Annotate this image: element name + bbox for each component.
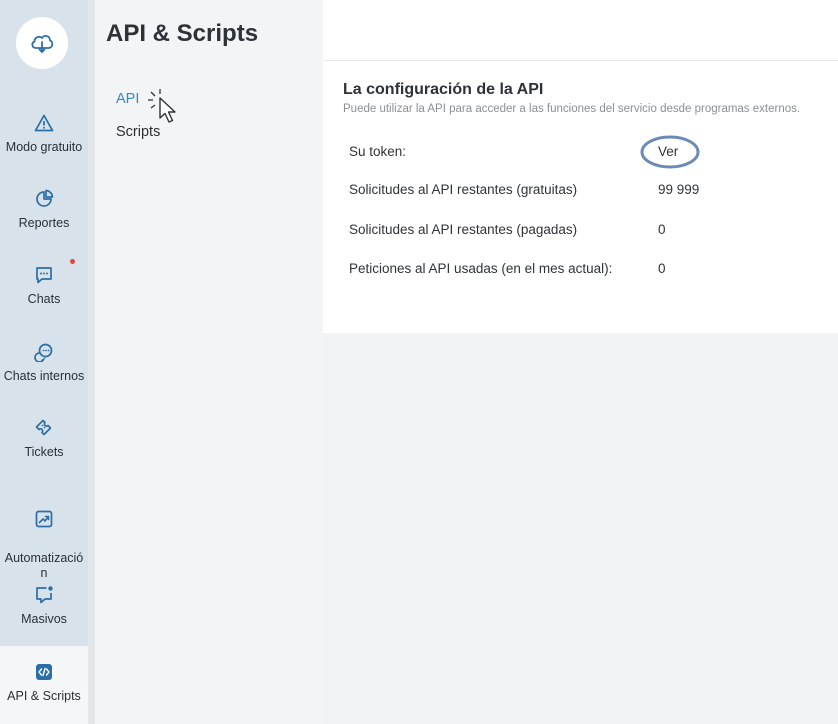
- click-cursor-icon: [148, 89, 176, 123]
- free-requests-value: 99 999: [658, 182, 700, 197]
- api-config-card: [323, 61, 838, 333]
- card-title: La configuración de la API: [343, 81, 544, 98]
- ticket-icon: [35, 419, 52, 436]
- rail-item-label: Reportes: [18, 216, 70, 230]
- cloud-icon: [31, 35, 54, 54]
- chat-bubbles-icon: [34, 343, 53, 362]
- rail-item-internal-chats[interactable]: Chats internos: [0, 342, 88, 384]
- warning-icon: [34, 114, 54, 132]
- chat-icon: [36, 267, 52, 284]
- rail-item-api-scripts[interactable]: API & Scripts: [0, 646, 88, 724]
- top-bar: [323, 0, 838, 61]
- used-requests-label: Peticiones al API usadas (en el mes actu…: [349, 261, 613, 276]
- rail-item-label: Modo gratuito: [5, 140, 83, 154]
- rail-item-tickets[interactable]: Tickets: [0, 418, 88, 460]
- pie-chart-icon: [36, 189, 54, 207]
- rail-item-automation[interactable]: Automatizació n: [0, 494, 88, 581]
- rail-item-free-mode[interactable]: Modo gratuito: [0, 113, 88, 155]
- highlight-ellipse: [640, 135, 700, 169]
- section-subnav-panel: [95, 0, 323, 724]
- rail-divider: [88, 0, 95, 724]
- page-title: API & Scripts: [106, 20, 259, 47]
- rail-item-label: Masivos: [21, 612, 67, 626]
- chat-dot-icon: [36, 586, 53, 604]
- rail-item-label: Automatizació n: [4, 551, 84, 580]
- rail-item-chats[interactable]: Chats: [0, 265, 88, 307]
- code-icon: [36, 664, 52, 680]
- paid-requests-value: 0: [658, 222, 666, 237]
- free-requests-label: Solicitudes al API restantes (gratuitas): [349, 182, 578, 197]
- rail-item-label: Chats: [27, 292, 61, 306]
- rail-item-bulk[interactable]: Masivos: [0, 585, 88, 627]
- trend-chart-icon: [35, 510, 53, 528]
- subnav-api[interactable]: API: [116, 91, 139, 107]
- rail-item-label: API & Scripts: [7, 689, 81, 703]
- chats-notification-dot: [70, 259, 75, 264]
- card-description: Puede utilizar la API para acceder a las…: [343, 103, 801, 115]
- app-logo[interactable]: [16, 17, 68, 69]
- token-label: Su token:: [349, 144, 407, 159]
- rail-item-reports[interactable]: Reportes: [0, 189, 88, 231]
- rail-item-label: Tickets: [24, 445, 64, 459]
- rail-item-label: Chats internos: [3, 369, 85, 383]
- used-requests-value: 0: [658, 261, 666, 276]
- paid-requests-label: Solicitudes al API restantes (pagadas): [349, 222, 578, 237]
